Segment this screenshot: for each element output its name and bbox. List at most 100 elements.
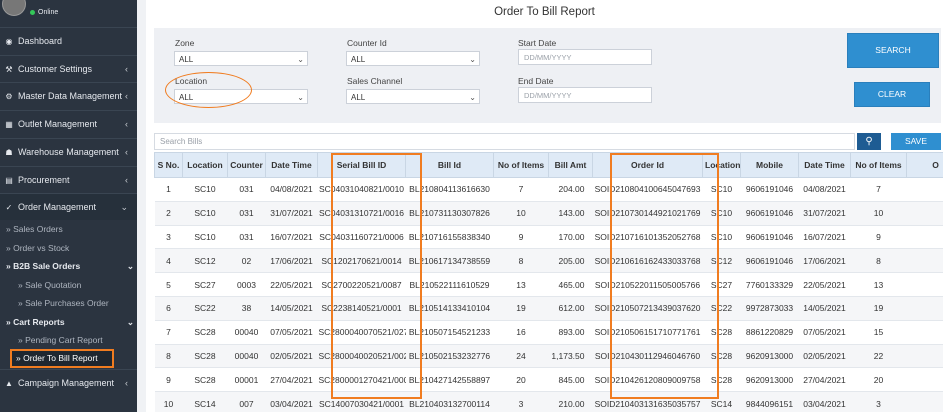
table-cell: 9 (493, 225, 549, 250)
caret-down-icon: ⌄ (469, 93, 476, 102)
nav-order-to-bill-report-label: Order To Bill Report (23, 353, 98, 363)
search-bills-input[interactable]: Search Bills (154, 133, 855, 150)
table-cell: 17/06/2021 (265, 248, 318, 274)
serial-bill-id-highlight (331, 153, 422, 399)
nav-sale-quotation[interactable]: » Sale Quotation (0, 276, 155, 294)
table-cell: 465.00 (548, 272, 593, 297)
table-row[interactable]: 2 SC10 031 31/07/2021 SC04031310721/0016 BL21… (154, 201, 943, 226)
table-cell (906, 320, 943, 345)
location-annotation-ellipse (165, 72, 252, 108)
table-cell: 9620913000 (740, 344, 799, 369)
nav-warehouse[interactable]: ☗ Warehouse Management ‹ (0, 138, 137, 165)
table-cell: 2 (154, 201, 183, 226)
nav-procurement[interactable]: ▤ Procurement ‹ (0, 166, 137, 193)
online-dot-icon (30, 9, 35, 15)
avatar (2, 0, 26, 16)
table-cell: 02 (227, 248, 266, 274)
clear-button[interactable]: CLEAR (854, 82, 930, 107)
gears-icon: ⚙ (5, 92, 13, 101)
nav-pending-cart-report[interactable]: » Pending Cart Report (0, 331, 155, 349)
table-cell: 02/05/2021 (798, 344, 851, 369)
search-button[interactable]: SEARCH (847, 33, 939, 68)
counter-id-label: Counter Id (347, 38, 387, 48)
bills-table: S No. Location Counter Date Time Serial … (154, 152, 943, 412)
nav-outlet[interactable]: ▦ Outlet Management ‹ (0, 110, 137, 137)
counter-id-select[interactable]: ALL ⌄ (346, 51, 480, 66)
col-header[interactable]: Counter (227, 152, 266, 178)
table-cell: 8861220829 (740, 320, 799, 345)
col-header[interactable]: Bill Amt (548, 152, 593, 178)
end-date-label: End Date (518, 76, 554, 86)
col-header[interactable]: O (906, 152, 943, 178)
nav-outlet-label: Outlet Management (18, 119, 98, 129)
nav-dashboard-label: Dashboard (18, 36, 63, 46)
table-cell: SC12 (182, 248, 228, 274)
table-row[interactable]: 6 SC22 38 14/05/2021 SC2238140521/0001 BL2105… (154, 296, 943, 321)
table-cell: 16/07/2021 (265, 225, 318, 250)
nav-b2b-sale-orders[interactable]: » B2B Sale Orders ⌄ (0, 257, 143, 275)
nav-campaign-management[interactable]: ▲ Campaign Management ‹ (0, 369, 137, 396)
chevron-down-icon: ⌄ (126, 317, 134, 327)
table-row[interactable]: 5 SC27 0003 22/05/2021 SC2700220521/0087 BL21… (154, 272, 943, 297)
table-cell: 031 (227, 201, 266, 226)
table-cell: 031 (227, 225, 266, 250)
nav-order-to-bill-report[interactable]: » Order To Bill Report (10, 349, 114, 368)
table-cell: 9 (850, 225, 907, 250)
table-cell: 20 (850, 367, 907, 393)
table-cell: 8 (850, 248, 907, 274)
nav-master-data[interactable]: ⚙ Master Data Management ‹ (0, 82, 137, 109)
cart-icon: ✓ (5, 203, 13, 212)
table-cell: 893.00 (548, 320, 593, 345)
table-row[interactable]: 3 SC10 031 16/07/2021 SC04031160721/0006 BL21… (154, 225, 943, 250)
col-header[interactable]: Date Time (798, 152, 851, 178)
nav-order-vs-stock[interactable]: » Order vs Stock (0, 239, 143, 257)
search-icon[interactable]: ⚲ (857, 133, 881, 150)
zone-select-value: ALL (179, 55, 194, 64)
nav-order-management[interactable]: ✓ Order Management ⌄ (0, 193, 137, 220)
table-cell: 00040 (227, 320, 266, 345)
table-cell: 14/05/2021 (265, 296, 318, 321)
table-cell: SC10 (182, 225, 228, 250)
nav-sales-orders[interactable]: » Sales Orders (0, 220, 143, 238)
table-cell (906, 248, 943, 274)
table-cell (906, 177, 943, 202)
start-date-input[interactable]: DD/MM/YYYY (518, 49, 652, 65)
nav-order-vs-stock-label: Order vs Stock (13, 243, 70, 253)
col-header[interactable]: Mobile (740, 152, 799, 178)
col-header[interactable]: Date Time (265, 152, 318, 178)
end-date-input[interactable]: DD/MM/YYYY (518, 87, 652, 103)
zone-select[interactable]: ALL ⌄ (174, 51, 308, 66)
nav-customer-settings[interactable]: ⚒ Customer Settings ‹ (0, 55, 137, 82)
table-cell: 8 (493, 248, 549, 274)
table-row[interactable]: 10 SC14 007 03/04/2021 SC14007030421/0001 BL2… (154, 391, 943, 412)
table-cell: 03/04/2021 (265, 391, 318, 412)
chevron-left-icon: ‹ (125, 64, 128, 74)
nav-cart-reports[interactable]: » Cart Reports ⌄ (0, 313, 143, 331)
sales-channel-select[interactable]: ALL ⌄ (346, 89, 480, 104)
col-header[interactable]: No of Items (493, 152, 549, 178)
col-header[interactable]: S No. (154, 152, 183, 178)
col-header[interactable]: Location (182, 152, 228, 178)
order-id-highlight (610, 153, 719, 399)
table-row[interactable]: 7 SC28 00040 07/05/2021 SC2800040070521/0274… (154, 320, 943, 345)
nav-dashboard[interactable]: ◉ Dashboard (0, 27, 137, 54)
table-row[interactable]: 1 SC10 031 04/08/2021 SC04031040821/0010 BL21… (154, 177, 943, 202)
table-row[interactable]: 9 SC28 00001 27/04/2021 SC2800001270421/0006… (154, 367, 943, 393)
table-cell: 31/07/2021 (798, 201, 851, 226)
table-cell: 27/04/2021 (798, 367, 851, 393)
nav-pending-cart-report-label: Pending Cart Report (25, 335, 103, 345)
col-header[interactable]: No of Items (850, 152, 907, 178)
caret-down-icon: ⌄ (297, 93, 304, 102)
table-cell: 9606191046 (740, 248, 799, 274)
megaphone-icon: ▲ (5, 379, 13, 388)
table-cell: 204.00 (548, 177, 593, 202)
save-button[interactable]: SAVE (891, 133, 941, 150)
nav-sale-purchases-order[interactable]: » Sale Purchases Order (0, 294, 155, 312)
table-cell: 13 (850, 272, 907, 297)
table-cell: 3 (154, 225, 183, 250)
table-row[interactable]: 8 SC28 00040 02/05/2021 SC2800040020521/0028… (154, 344, 943, 369)
table-cell: 9620913000 (740, 367, 799, 393)
table-cell (906, 225, 943, 250)
inbox-icon: ▤ (5, 176, 13, 185)
table-row[interactable]: 4 SC12 02 17/06/2021 SC1202170621/0014 BL2106… (154, 248, 943, 274)
